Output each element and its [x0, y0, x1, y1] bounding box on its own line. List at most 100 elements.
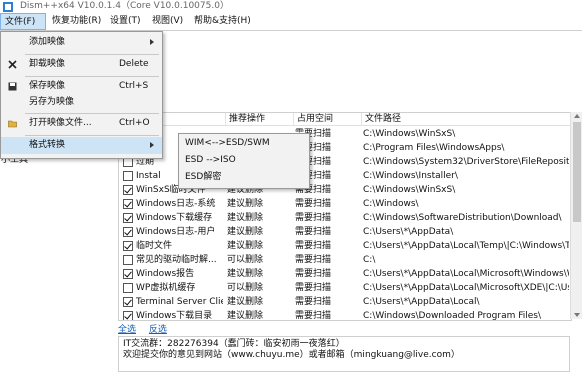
- window-title: Dism++x64 V10.0.1.4（Core V10.0.10075.0）: [20, 1, 229, 11]
- row-checkbox[interactable]: [123, 199, 133, 209]
- row-checkbox[interactable]: [123, 241, 133, 251]
- cell-path: C:\Windows\SoftwareDistribution\Download…: [363, 213, 562, 223]
- row-checkbox[interactable]: [123, 269, 133, 279]
- menu-open-image-file[interactable]: 打开映像文件... Ctrl+O: [1, 115, 162, 132]
- select-all-link[interactable]: 全选: [118, 325, 136, 335]
- selection-links: 全选 反选: [118, 322, 177, 335]
- cell-path: C:\: [363, 255, 376, 265]
- row-checkbox[interactable]: [123, 297, 133, 307]
- row-checkbox[interactable]: [123, 255, 133, 265]
- table-scrollbar[interactable]: [570, 112, 582, 319]
- cell-path: C:\Users\*\AppData\Local\Microsoft\Windo…: [363, 269, 569, 279]
- cell-name: Windows日志-用户: [119, 225, 223, 239]
- table-row[interactable]: Windows日志-用户 建议删除 需要扫描 C:\Users\*\AppData\: [119, 225, 571, 239]
- row-checkbox[interactable]: [123, 185, 133, 195]
- scroll-thumb[interactable]: [573, 122, 581, 222]
- menu-save-as-image[interactable]: 另存为映像: [1, 94, 162, 111]
- submenu-esd-iso[interactable]: ESD -->ISO: [185, 152, 236, 169]
- app-icon: [3, 2, 13, 12]
- menu-save-as-label: 另存为映像: [29, 97, 75, 107]
- row-name: 临时文件: [136, 241, 173, 251]
- submenu-arrow-icon: [150, 142, 154, 148]
- cell-name: Windows下载目录: [119, 309, 223, 320]
- scroll-down-icon[interactable]: [574, 313, 580, 317]
- menu-save-label: 保存映像: [29, 81, 66, 91]
- cell-action: 建议删除: [227, 297, 264, 307]
- header-path[interactable]: 文件路径: [361, 113, 571, 125]
- cell-action: 建议删除: [227, 269, 264, 279]
- cell-path: C:\Users\*\AppData\Local\Temp\|C:\Window…: [363, 241, 569, 251]
- cell-space: 需要扫描: [295, 311, 332, 321]
- cell-name: 临时文件: [119, 239, 223, 253]
- menu-add-image[interactable]: 添加映像: [1, 34, 162, 51]
- cell-space: 需要扫描: [295, 255, 332, 265]
- menu-separator: [25, 135, 159, 136]
- cell-name: WP虚拟机缓存: [119, 281, 223, 295]
- row-checkbox[interactable]: [123, 213, 133, 223]
- cell-path: C:\Users\*\AppData\Local\: [363, 297, 480, 307]
- cell-path: C:\Windows\WinSxS\: [363, 129, 456, 139]
- submenu-esd-decrypt[interactable]: ESD解密: [185, 169, 221, 186]
- row-name: Windows报告: [136, 269, 195, 279]
- folder-open-icon: [8, 120, 17, 128]
- menu-separator: [25, 54, 159, 55]
- cell-action: 建议删除: [227, 199, 264, 209]
- table-row[interactable]: Windows下载目录 建议删除 需要扫描 C:\Windows\Downloaded…: [119, 309, 571, 321]
- menu-open-shortcut: Ctrl+O: [119, 118, 150, 128]
- cell-space: 需要扫描: [295, 269, 332, 279]
- save-icon: [8, 82, 17, 91]
- table-row[interactable]: Windows日志-系统 建议删除 需要扫描 C:\Windows\: [119, 197, 571, 211]
- cell-space: 需要扫描: [295, 227, 332, 237]
- cell-space: 需要扫描: [295, 199, 332, 209]
- invert-selection-link[interactable]: 反选: [149, 325, 167, 335]
- menu-unmount-image[interactable]: 卸载映像 Delete: [1, 56, 162, 73]
- menu-bar: 文件(F) 恢复功能(R) 设置(T) 视图(V) 帮助&支持(H): [0, 13, 582, 31]
- scroll-up-icon[interactable]: [574, 114, 580, 118]
- table-row[interactable]: WP虚拟机缓存 可以删除 需要扫描 C:\Users\*\AppData\Local\…: [119, 281, 571, 295]
- cell-action: 可以删除: [227, 283, 264, 293]
- menu-view[interactable]: 视图(V): [148, 13, 187, 30]
- row-name: 常见的驱动临时解...: [136, 255, 217, 265]
- menu-help[interactable]: 帮助&支持(H): [190, 13, 255, 30]
- row-checkbox[interactable]: [123, 283, 133, 293]
- row-name: Windows日志-系统: [136, 199, 216, 209]
- cell-name: Windows下载缓存: [119, 211, 223, 225]
- menu-format-convert[interactable]: 格式转换: [1, 137, 162, 154]
- info-line-contact: 欢迎提交你的意见到网站（www.chuyu.me）或者邮箱（mingkuang@…: [123, 350, 460, 360]
- menu-restore[interactable]: 恢复功能(R): [48, 13, 105, 30]
- row-checkbox[interactable]: [123, 227, 133, 237]
- cell-name: Windows日志-系统: [119, 197, 223, 211]
- cell-name: Terminal Server Clie...: [119, 295, 223, 309]
- row-name: Instal: [136, 171, 161, 181]
- format-submenu: WIM<-->ESD/SWM ESD -->ISO ESD解密: [178, 133, 310, 189]
- header-space[interactable]: 占用空间: [293, 113, 363, 125]
- table-row[interactable]: Windows报告 建议删除 需要扫描 C:\Users\*\AppData\Loca…: [119, 267, 571, 281]
- table-row[interactable]: 常见的驱动临时解... 可以删除 需要扫描 C:\: [119, 253, 571, 267]
- submenu-wim-esd-swm[interactable]: WIM<-->ESD/SWM: [185, 135, 270, 152]
- close-icon: [8, 60, 17, 69]
- row-checkbox[interactable]: [123, 171, 133, 181]
- menu-format-convert-label: 格式转换: [29, 140, 66, 150]
- cell-action: 建议删除: [227, 241, 264, 251]
- table-row[interactable]: 临时文件 建议删除 需要扫描 C:\Users\*\AppData\Local\Tem…: [119, 239, 571, 253]
- menu-settings[interactable]: 设置(T): [106, 13, 145, 30]
- cell-name: 常见的驱动临时解...: [119, 253, 223, 267]
- row-checkbox[interactable]: [123, 311, 133, 320]
- cell-action: 建议删除: [227, 213, 264, 223]
- menu-separator: [25, 113, 159, 114]
- table-row[interactable]: Terminal Server Clie... 建议删除 需要扫描 C:\Users\…: [119, 295, 571, 309]
- menu-file[interactable]: 文件(F): [0, 13, 46, 30]
- menu-open-label: 打开映像文件...: [29, 118, 92, 128]
- row-name: Windows下载缓存: [136, 213, 213, 223]
- cell-path: C:\Windows\Downloaded Program Files\: [363, 311, 542, 321]
- header-action[interactable]: 推荐操作: [225, 113, 295, 125]
- cell-action: 建议删除: [227, 227, 264, 237]
- row-name: WP虚拟机缓存: [136, 283, 196, 293]
- menu-separator: [25, 76, 159, 77]
- table-row[interactable]: Windows下载缓存 建议删除 需要扫描 C:\Windows\SoftwareDi…: [119, 211, 571, 225]
- cell-path: C:\Users\*\AppData\Local\Microsoft\XDE\|…: [363, 283, 569, 293]
- menu-unmount-shortcut: Delete: [119, 59, 149, 69]
- file-menu: 添加映像 卸载映像 Delete 保存映像 Ctrl+S 另存为映像 打开映像文…: [0, 31, 163, 159]
- menu-save-image[interactable]: 保存映像 Ctrl+S: [1, 78, 162, 95]
- cell-space: 需要扫描: [295, 241, 332, 251]
